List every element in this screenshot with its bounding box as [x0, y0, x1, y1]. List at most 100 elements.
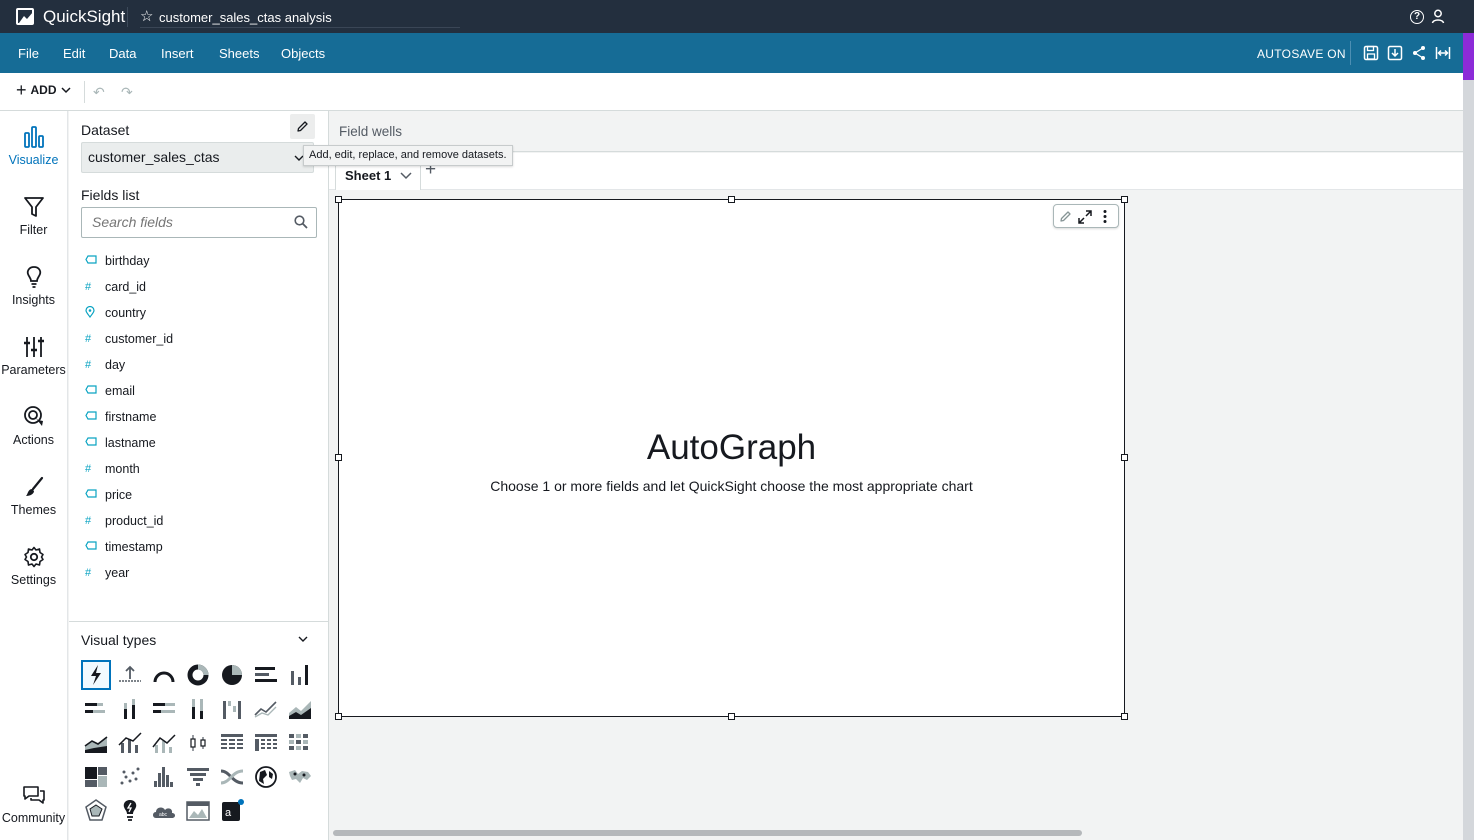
- export-icon[interactable]: [1387, 45, 1403, 61]
- edit-dataset-button[interactable]: [290, 114, 315, 139]
- tree-map-icon[interactable]: [82, 763, 110, 791]
- star-icon[interactable]: ☆: [140, 9, 153, 24]
- field-item[interactable]: # customer_id: [85, 329, 173, 349]
- redo-icon[interactable]: ↷: [121, 84, 133, 101]
- stacked-vertical-bar-icon[interactable]: [116, 695, 144, 723]
- plus-icon: +: [16, 80, 27, 100]
- waterfall-icon[interactable]: [218, 695, 246, 723]
- kpi-icon[interactable]: [116, 661, 144, 689]
- field-item[interactable]: # day: [85, 355, 125, 375]
- nav-community[interactable]: Community: [0, 785, 67, 825]
- field-item[interactable]: timestamp: [85, 537, 163, 557]
- nav-settings[interactable]: Settings: [0, 545, 67, 587]
- table-icon[interactable]: [218, 729, 246, 757]
- heat-map-icon[interactable]: [286, 729, 314, 757]
- search-icon[interactable]: [294, 215, 308, 229]
- actions-icon: [23, 406, 43, 426]
- pivot-table-icon[interactable]: [252, 729, 280, 757]
- parameters-icon: [23, 337, 44, 357]
- undo-icon[interactable]: ↶: [93, 84, 105, 101]
- expand-icon[interactable]: [1078, 210, 1092, 224]
- combo-stacked-icon[interactable]: [150, 729, 178, 757]
- nav-actions[interactable]: Actions: [0, 405, 67, 447]
- stacked-horizontal-bar-icon[interactable]: [82, 695, 110, 723]
- filter-icon: [23, 197, 44, 217]
- resize-handle-s[interactable]: [728, 713, 735, 720]
- combo-bar-line-icon[interactable]: [116, 729, 144, 757]
- custom-visual-icon[interactable]: [184, 797, 212, 825]
- chevron-down-icon[interactable]: [298, 636, 308, 643]
- menu-sheets[interactable]: Sheets: [219, 46, 259, 61]
- horizontal-scrollbar[interactable]: [333, 830, 1082, 836]
- dataset-select[interactable]: customer_sales_ctas: [81, 142, 314, 173]
- percent-vertical-bar-icon[interactable]: [184, 695, 212, 723]
- nav-themes-label: Themes: [10, 503, 57, 517]
- save-icon[interactable]: [1363, 45, 1379, 61]
- chevron-down-icon[interactable]: [400, 172, 412, 180]
- search-fields-input[interactable]: [92, 214, 282, 230]
- field-item[interactable]: email: [85, 381, 135, 401]
- resize-handle-nw[interactable]: [335, 196, 342, 203]
- autograph-icon[interactable]: [81, 660, 111, 690]
- donut-icon[interactable]: [184, 661, 212, 689]
- pencil-icon[interactable]: [1059, 210, 1072, 223]
- resize-handle-ne[interactable]: [1121, 196, 1128, 203]
- field-item[interactable]: lastname: [85, 433, 156, 453]
- more-options-icon[interactable]: [1101, 209, 1109, 224]
- sankey-icon[interactable]: [218, 763, 246, 791]
- line-icon[interactable]: [252, 695, 280, 723]
- gauge-icon[interactable]: [150, 661, 178, 689]
- vertical-bar-icon[interactable]: [286, 661, 314, 689]
- funnel-icon[interactable]: [184, 763, 212, 791]
- field-item[interactable]: # month: [85, 459, 140, 479]
- nav-filter[interactable]: Filter: [0, 195, 67, 237]
- menu-data[interactable]: Data: [109, 46, 136, 61]
- fit-width-icon[interactable]: [1435, 45, 1451, 61]
- menu-objects[interactable]: Objects: [281, 46, 325, 61]
- search-fields-box[interactable]: [81, 207, 317, 238]
- field-item[interactable]: # product_id: [85, 511, 163, 531]
- nav-visualize[interactable]: Visualize: [0, 125, 67, 167]
- custom-text-icon[interactable]: a: [218, 797, 246, 825]
- menu-file[interactable]: File: [18, 46, 39, 61]
- field-item[interactable]: birthday: [85, 251, 149, 271]
- field-item[interactable]: # year: [85, 563, 129, 583]
- horizontal-bar-icon[interactable]: [252, 661, 280, 689]
- word-cloud-icon[interactable]: abc: [150, 797, 178, 825]
- histogram-icon[interactable]: [150, 763, 178, 791]
- quicksight-logo-icon[interactable]: [16, 8, 34, 25]
- area-icon[interactable]: [286, 695, 314, 723]
- field-label: lastname: [105, 436, 156, 450]
- stacked-area-icon[interactable]: [82, 729, 110, 757]
- dataset-tooltip: Add, edit, replace, and remove datasets.: [303, 145, 513, 166]
- insight-icon[interactable]: [116, 797, 144, 825]
- field-item[interactable]: firstname: [85, 407, 156, 427]
- box-plot-icon[interactable]: [184, 729, 212, 757]
- resize-handle-n[interactable]: [728, 196, 735, 203]
- field-item[interactable]: country: [85, 303, 146, 323]
- geo-map-icon[interactable]: [286, 763, 314, 791]
- dataset-label: Dataset: [81, 122, 130, 138]
- resize-handle-se[interactable]: [1121, 713, 1128, 720]
- add-button[interactable]: + ADD: [16, 80, 71, 100]
- pie-icon[interactable]: [218, 661, 246, 689]
- nav-parameters[interactable]: Parameters: [0, 335, 67, 377]
- resize-handle-sw[interactable]: [335, 713, 342, 720]
- user-icon[interactable]: [1431, 9, 1445, 24]
- menu-insert[interactable]: Insert: [161, 46, 194, 61]
- field-item[interactable]: price: [85, 485, 132, 505]
- radar-icon[interactable]: [82, 797, 110, 825]
- percent-horizontal-bar-icon[interactable]: [150, 695, 178, 723]
- field-label: birthday: [105, 254, 150, 268]
- analysis-title[interactable]: customer_sales_ctas analysis: [159, 10, 332, 25]
- autosave-status[interactable]: AUTOSAVE ON: [1257, 47, 1346, 61]
- nav-insights[interactable]: Insights: [0, 265, 67, 307]
- nav-themes[interactable]: Themes: [0, 475, 67, 517]
- field-item[interactable]: # card_id: [85, 277, 146, 297]
- menu-edit[interactable]: Edit: [63, 46, 85, 61]
- app-name[interactable]: QuickSight: [43, 7, 125, 27]
- share-icon[interactable]: [1411, 45, 1427, 61]
- scatter-plot-icon[interactable]: [116, 763, 144, 791]
- filled-map-icon[interactable]: [252, 763, 280, 791]
- help-icon[interactable]: ?: [1410, 10, 1424, 24]
